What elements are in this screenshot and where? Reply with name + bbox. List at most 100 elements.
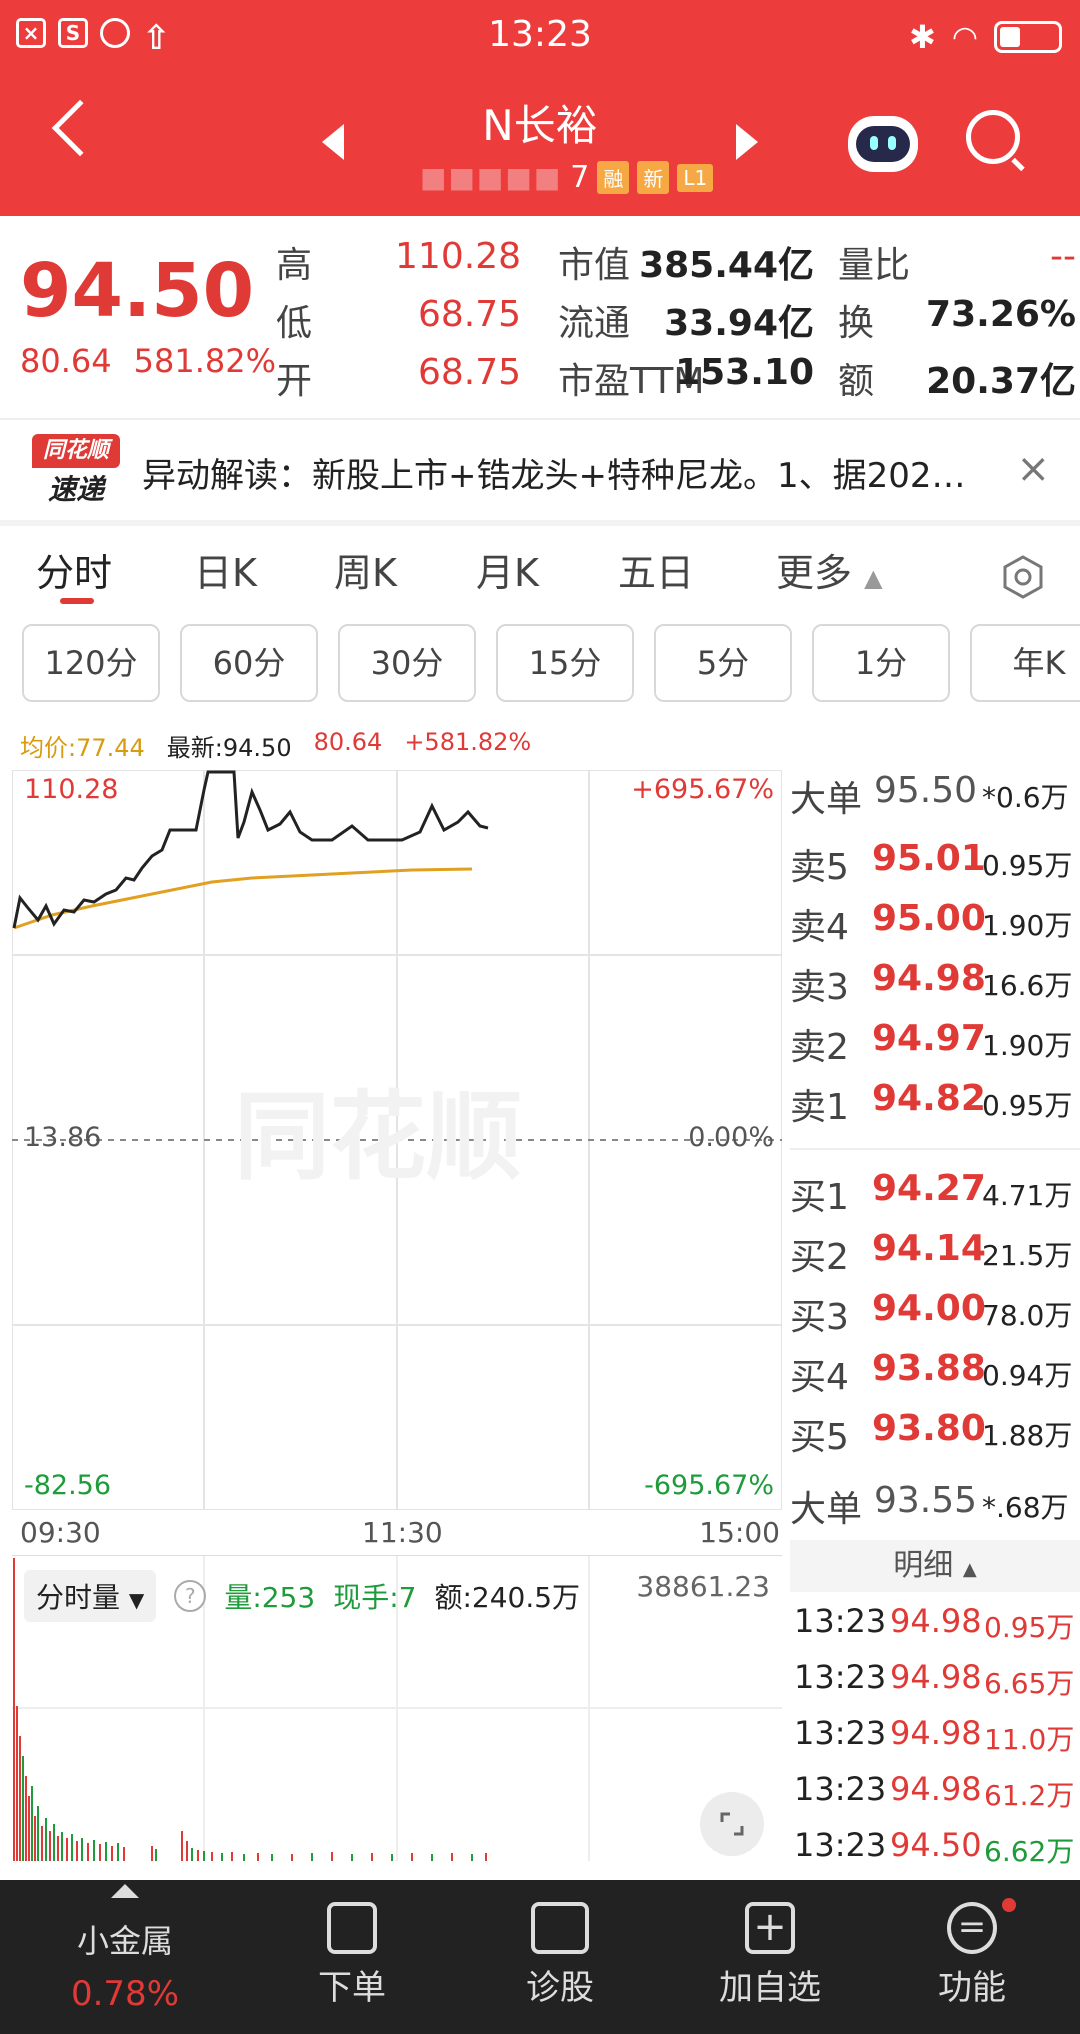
chart-tabs: 分时 日K 周K 月K 五日 更多 ▲ [0, 536, 1080, 616]
detail-row: 13:23 94.98 11.0万 [794, 1714, 1075, 1756]
interval-60m[interactable]: 60分 [180, 624, 318, 702]
stat-value: 153.10 [675, 352, 814, 393]
chart-mid-label: 13.86 [24, 1122, 102, 1153]
price-change: 80.64 [20, 342, 112, 380]
stat-label: 换 [838, 303, 875, 344]
tab-five-day[interactable]: 五日 [618, 542, 694, 597]
big-order-price: 93.55 [874, 1480, 978, 1521]
add-watchlist-label: 加自选 [719, 1968, 821, 2008]
order-icon [327, 1902, 377, 1954]
chart-high-label: 110.28 [24, 774, 119, 805]
chart-mid-pct-label: 0.00% [688, 1122, 774, 1153]
interval-selector: 120分 60分 30分 15分 5分 1分 年K [0, 622, 1080, 712]
volume-value: 量:253 [224, 1581, 316, 1614]
chart-change-pct: +581.82% [404, 728, 532, 756]
chevron-down-icon: ▼ [128, 1588, 145, 1612]
help-icon[interactable]: ? [174, 1580, 207, 1612]
interval-5m[interactable]: 5分 [654, 624, 792, 702]
tag-new: 新 [637, 161, 670, 194]
add-icon: + [745, 1902, 795, 1954]
stock-name: N长裕 [482, 101, 598, 150]
stat-label: 额 [838, 361, 875, 402]
sector-label: 小金属 [76, 1922, 173, 1960]
current-price: 94.50 [20, 248, 255, 334]
stat-label: 市值 [558, 245, 631, 286]
stock-code-blurred: ■■■■■ [420, 161, 563, 194]
quote-row: 开 68.75 市盈TTM 153.10 额 20.37亿 [276, 352, 1076, 410]
expand-icon[interactable] [700, 1792, 764, 1856]
sell-row: 卖3 94.98 16.6万 [790, 958, 1073, 1008]
bottom-bar: 小金属 0.78% 下单 诊股 + 加自选 = 功能 [0, 1880, 1080, 2034]
header: × S ⇧ 13:23 ✱ ◠ N长裕 ■■■■■ 7 融 新 L1 [0, 0, 1080, 216]
stat-label: 低 [276, 303, 313, 344]
functions-button[interactable]: = 功能 [912, 1880, 1032, 2034]
intraday-chart[interactable]: 同花顺 110.28 +695.67% 13.86 0.00% -82.56 -… [11, 769, 783, 1511]
buy-row: 买4 93.88 0.94万 [790, 1348, 1073, 1398]
close-icon[interactable]: × [1016, 446, 1050, 492]
stat-value: 385.44亿 [639, 245, 814, 286]
chart-watermark: 同花顺 [234, 1081, 522, 1193]
big-sell-row: 大单 95.50 *0.6万 [790, 770, 1080, 830]
tab-intraday[interactable]: 分时 [36, 542, 112, 597]
volume-panel: 分时量 ▼ ? 量:253 现手:7 额:240.5万 38861.23 [12, 1555, 782, 1861]
stat-value: 68.75 [417, 352, 521, 393]
stat-label: 高 [276, 245, 313, 286]
search-icon[interactable] [966, 110, 1020, 164]
stat-value: -- [1050, 236, 1076, 277]
tab-month-k[interactable]: 月K [476, 542, 539, 597]
interval-1m[interactable]: 1分 [812, 624, 950, 702]
big-order-vol: *0.6万 [982, 781, 1069, 814]
functions-label: 功能 [938, 1968, 1006, 2008]
diagnose-button[interactable]: 诊股 [500, 1880, 620, 2034]
order-label: 下单 [318, 1968, 386, 2008]
detail-row: 13:23 94.50 6.62万 [794, 1826, 1075, 1868]
caret-up-icon [111, 1884, 139, 1898]
volume-header: 分时量 ▼ ? 量:253 现手:7 额:240.5万 [24, 1570, 580, 1622]
settings-icon[interactable] [1000, 554, 1046, 600]
chart-low-pct-label: -695.67% [644, 1470, 774, 1501]
time-close: 15:00 [699, 1516, 780, 1549]
battery-icon [994, 21, 1062, 53]
detail-row: 13:23 94.98 0.95万 [794, 1602, 1075, 1644]
news-banner[interactable]: 同花顺 速递 异动解读：新股上市+锆龙头+特种尼龙。1、据202… × [0, 418, 1080, 520]
next-stock-button[interactable] [736, 124, 758, 160]
stock-code-row: ■■■■■ 7 融 新 L1 [420, 160, 714, 195]
buy-row: 买5 93.80 1.88万 [790, 1408, 1073, 1458]
sell-row: 卖4 95.00 1.90万 [790, 898, 1073, 948]
tab-week-k[interactable]: 周K [334, 542, 397, 597]
stat-value: 68.75 [417, 294, 521, 335]
interval-year-k[interactable]: 年K [970, 624, 1080, 702]
sector-pct: 0.78% [70, 1974, 179, 2014]
big-order-label: 大单 [790, 779, 863, 820]
time-open: 09:30 [20, 1516, 101, 1549]
news-logo: 同花顺 速递 [32, 434, 120, 506]
details-header[interactable]: 明细 ▲ [790, 1540, 1080, 1592]
detail-row: 13:23 94.98 6.65万 [794, 1658, 1075, 1700]
tag-margin: 融 [597, 161, 630, 194]
tab-day-k[interactable]: 日K [194, 542, 257, 597]
chart-header: 均价:77.44 最新:94.50 80.64 +581.82% [20, 728, 531, 763]
avg-price-label: 均价:77.44 [20, 734, 145, 762]
quote-panel: 94.50 80.64 581.82% 高 110.28 市值 385.44亿 … [0, 216, 1080, 416]
interval-120m[interactable]: 120分 [22, 624, 160, 702]
order-button[interactable]: 下单 [292, 1880, 412, 2034]
details-header-label: 明细 [893, 1548, 954, 1583]
status-bar: × S ⇧ 13:23 ✱ ◠ [0, 0, 1080, 72]
volume-selector[interactable]: 分时量 ▼ [24, 1570, 157, 1622]
caret-up-icon: ▲ [962, 1559, 977, 1580]
diagnose-label: 诊股 [526, 1968, 594, 2008]
time-midday: 11:30 [362, 1516, 443, 1549]
divider [0, 520, 1080, 526]
tab-more[interactable]: 更多 ▲ [776, 542, 883, 597]
buy-row: 买1 94.27 4.71万 [790, 1168, 1073, 1218]
sell-row: 卖1 94.82 0.95万 [790, 1078, 1073, 1128]
wifi-icon: ◠ [951, 19, 978, 55]
sector-quote-button[interactable]: 小金属 0.78% [50, 1880, 200, 2034]
news-text[interactable]: 异动解读：新股上市+锆龙头+特种尼龙。1、据202… [142, 448, 992, 497]
robot-assistant-icon[interactable] [848, 116, 918, 172]
stat-value: 110.28 [395, 236, 521, 277]
add-watchlist-button[interactable]: + 加自选 [700, 1880, 840, 2034]
interval-30m[interactable]: 30分 [338, 624, 476, 702]
interval-15m[interactable]: 15分 [496, 624, 634, 702]
news-logo-bottom: 速递 [47, 473, 104, 506]
